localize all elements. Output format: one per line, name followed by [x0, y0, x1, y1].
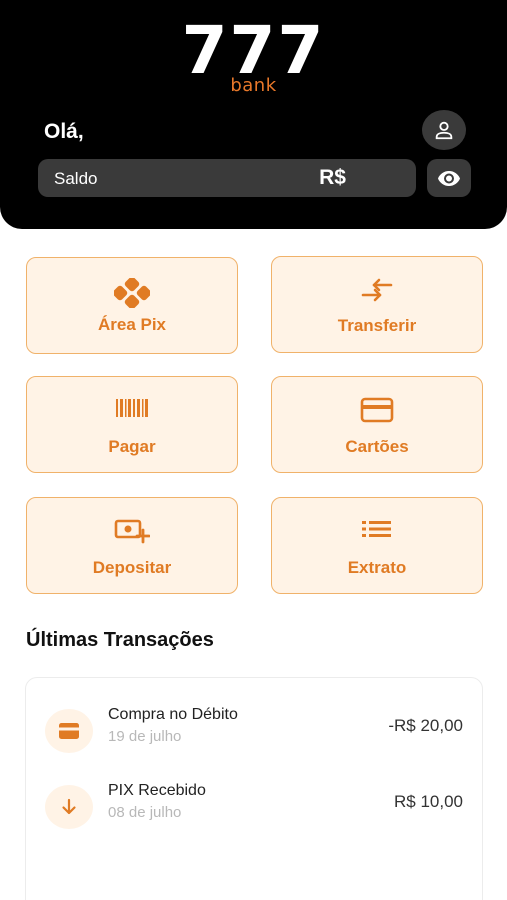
- transaction-date: 19 de julho: [108, 728, 182, 745]
- balance-value: R$: [319, 166, 346, 189]
- transaction-row[interactable]: Compra no Débito 19 de julho -R$ 20,00: [26, 704, 482, 760]
- transfer-arrows-icon: [361, 278, 393, 302]
- transaction-icon-container: [45, 785, 93, 829]
- action-deposit-button[interactable]: Depositar: [26, 497, 238, 594]
- profile-button[interactable]: [422, 110, 466, 150]
- arrow-down-icon: [62, 798, 76, 815]
- transaction-title: PIX Recebido: [108, 782, 206, 799]
- barcode-icon: [116, 399, 148, 417]
- toggle-balance-visibility-button[interactable]: [427, 159, 471, 197]
- action-cards-button[interactable]: Cartões: [271, 376, 483, 473]
- balance-bar: Saldo R$: [38, 159, 416, 197]
- action-label: Extrato: [347, 558, 407, 577]
- user-icon: [435, 121, 453, 140]
- header: 777 bank Olá, Saldo R$: [0, 0, 507, 229]
- pix-icon: [114, 278, 150, 308]
- transaction-row[interactable]: PIX Recebido 08 de julho R$ 10,00: [26, 780, 482, 836]
- transaction-icon-container: [45, 709, 93, 753]
- greeting-text: Olá,: [44, 120, 84, 143]
- action-transfer-button[interactable]: Transferir: [271, 256, 483, 353]
- transaction-amount: R$ 10,00: [394, 792, 463, 811]
- credit-card-icon: [360, 397, 394, 423]
- transactions-card: Compra no Débito 19 de julho -R$ 20,00 P…: [25, 677, 483, 900]
- transaction-title: Compra no Débito: [108, 706, 238, 723]
- list-icon: [362, 521, 391, 537]
- action-label: Área Pix: [97, 315, 167, 334]
- recent-transactions-title: Últimas Transações: [26, 629, 214, 651]
- action-label: Pagar: [108, 437, 156, 456]
- action-label: Cartões: [345, 437, 409, 456]
- logo-subtitle: bank: [230, 75, 277, 96]
- action-label: Transferir: [337, 316, 417, 335]
- bank-logo: 777 bank: [0, 18, 507, 95]
- balance-label: Saldo: [54, 169, 98, 188]
- eye-icon: [438, 171, 460, 186]
- action-pay-button[interactable]: Pagar: [26, 376, 238, 473]
- action-statement-button[interactable]: Extrato: [271, 497, 483, 594]
- action-area-pix-button[interactable]: Área Pix: [26, 257, 238, 354]
- deposit-cash-icon: [114, 519, 150, 544]
- transaction-amount: -R$ 20,00: [388, 716, 463, 735]
- credit-card-icon: [59, 723, 79, 739]
- transaction-date: 08 de julho: [108, 804, 182, 821]
- action-label: Depositar: [92, 558, 172, 577]
